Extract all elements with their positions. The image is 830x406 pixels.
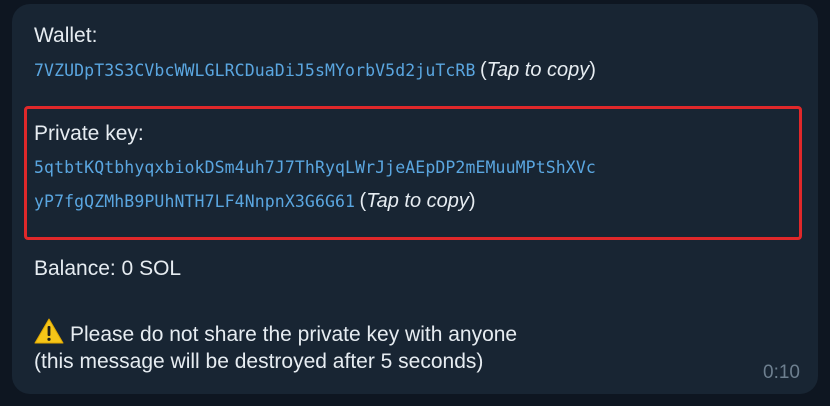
- wallet-row: 7VZUDpT3S3CVbcWWLGLRCDuaDiJ5sMYorbV5d2ju…: [34, 59, 596, 82]
- warning-triangle-icon: [34, 318, 64, 344]
- wallet-label: Wallet:: [34, 24, 98, 47]
- warning-line-1: Please do not share the private key with…: [34, 318, 517, 347]
- close-paren: ): [468, 190, 476, 212]
- message-bubble: Wallet: 7VZUDpT3S3CVbcWWLGLRCDuaDiJ5sMYo…: [12, 4, 818, 394]
- wallet-address[interactable]: 7VZUDpT3S3CVbcWWLGLRCDuaDiJ5sMYorbV5d2ju…: [34, 61, 476, 80]
- warning-line-2: (this message will be destroyed after 5 …: [34, 350, 484, 373]
- tap-to-copy-text: Tap to copy: [486, 59, 590, 81]
- private-key-line-2: yP7fgQZMhB9PUhNTH7LF4NnpnX3G6G61 (Tap to…: [34, 190, 476, 213]
- balance-text: Balance: 0 SOL: [34, 257, 182, 280]
- private-key-part-1[interactable]: 5qtbtKQtbhyqxbiokDSm4uh7J7ThRyqLWrJjeAEp…: [34, 158, 596, 177]
- open-paren: (: [479, 59, 487, 81]
- close-paren: ): [589, 59, 596, 81]
- private-key-tap-to-copy[interactable]: (Tap to copy): [360, 190, 476, 212]
- private-key-line-1: 5qtbtKQtbhyqxbiokDSm4uh7J7ThRyqLWrJjeAEp…: [34, 158, 596, 178]
- wallet-tap-to-copy[interactable]: (Tap to copy): [480, 59, 596, 81]
- private-key-part-2[interactable]: yP7fgQZMhB9PUhNTH7LF4NnpnX3G6G61: [34, 192, 355, 211]
- warning-text-1: Please do not share the private key with…: [70, 323, 518, 346]
- tap-to-copy-text: Tap to copy: [366, 190, 469, 212]
- message-time: 0:10: [763, 362, 800, 383]
- private-key-label: Private key:: [34, 122, 144, 145]
